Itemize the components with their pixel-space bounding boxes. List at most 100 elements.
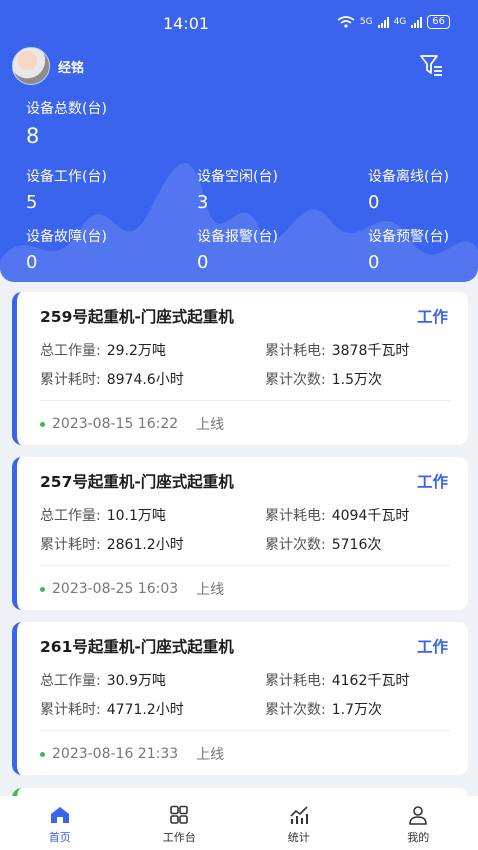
stat-value: 0: [26, 252, 38, 273]
divider: [40, 565, 450, 566]
stat-label: 设备空闲(台): [197, 169, 278, 185]
home-icon: [50, 807, 69, 823]
device-online-state: 上线: [196, 747, 225, 763]
avatar[interactable]: [12, 47, 50, 85]
stat-label: 设备离线(台): [368, 169, 449, 185]
field-label: 累计耗电:: [265, 343, 326, 359]
wifi-icon: [337, 16, 355, 28]
person-icon: [409, 806, 428, 825]
total-power-field: 累计耗电: 4162千瓦时: [265, 670, 409, 690]
total-count-field: 累计次数: 1.5万次: [265, 369, 382, 389]
network-label-2: 4G: [393, 17, 407, 27]
field-label: 总工作量:: [40, 673, 101, 689]
battery-icon: 66: [427, 15, 450, 29]
stat-label: 设备故障(台): [26, 229, 107, 245]
device-card[interactable]: 261号起重机-门座式起重机 工作 总工作量: 30.9万吨 累计耗电: 4162千…: [12, 622, 468, 775]
total-work-field: 总工作量: 30.9万吨: [40, 670, 166, 690]
field-value: 5716次: [331, 537, 382, 553]
device-time: 2023-08-25 16:03: [52, 581, 179, 597]
stat-value: 0: [368, 252, 380, 273]
device-status: 工作: [416, 308, 448, 326]
device-online-state: 上线: [196, 582, 225, 598]
total-work-field: 总工作量: 29.2万吨: [40, 340, 166, 360]
total-power-field: 累计耗电: 4094千瓦时: [265, 505, 409, 525]
field-label: 累计耗电:: [265, 673, 326, 689]
field-label: 累计耗时:: [40, 372, 101, 388]
device-name: 261号起重机-门座式起重机: [40, 638, 234, 656]
status-icons: 5G 4G 66: [337, 15, 450, 29]
total-devices-label: 设备总数(台): [26, 101, 107, 117]
stat-offline: 设备离线(台) 0: [368, 166, 449, 213]
stat-value: 5: [26, 192, 38, 213]
field-value: 8974.6小时: [106, 372, 184, 388]
field-label: 累计耗时:: [40, 702, 101, 718]
tab-home[interactable]: 首页: [0, 796, 120, 850]
field-value: 29.2万吨: [106, 343, 166, 359]
stat-label: 设备预警(台): [368, 229, 449, 245]
total-count-field: 累计次数: 5716次: [265, 534, 381, 554]
field-value: 4094千瓦时: [331, 508, 410, 524]
status-time: 14:01: [162, 14, 210, 33]
field-label: 总工作量:: [40, 508, 101, 524]
field-value: 1.5万次: [331, 372, 382, 388]
tab-mine[interactable]: 我的: [359, 796, 478, 850]
tab-label: 统计: [287, 831, 310, 844]
device-name: 257号起重机-门座式起重机: [40, 473, 234, 491]
divider: [40, 730, 450, 731]
user-name: 经铭: [58, 60, 85, 76]
device-online-state: 上线: [196, 417, 225, 433]
stat-alarm: 设备报警(台) 0: [197, 226, 278, 273]
device-time: 2023-08-16 21:33: [52, 746, 179, 762]
stat-warning: 设备预警(台) 0: [368, 226, 449, 273]
field-value: 4162千瓦时: [331, 673, 410, 689]
stat-value: 0: [368, 192, 380, 213]
total-power-field: 累计耗电: 3878千瓦时: [265, 340, 409, 360]
total-hours-field: 累计耗时: 2861.2小时: [40, 534, 184, 554]
stat-label: 设备工作(台): [26, 169, 107, 185]
signal-icon-2: [411, 16, 423, 28]
field-value: 1.7万次: [331, 702, 382, 718]
bottom-tab-bar: 首页 工作台 统计 我的: [0, 796, 478, 850]
device-footer: 2023-08-25 16:03 上线: [40, 579, 224, 599]
field-label: 累计次数:: [265, 537, 326, 553]
stat-label: 设备报警(台): [197, 229, 278, 245]
filter-icon[interactable]: [418, 52, 444, 78]
status-bar: 14:01 5G 4G 66: [0, 0, 478, 46]
total-devices-value: 8: [26, 124, 40, 148]
online-dot-icon: [40, 586, 45, 592]
divider: [40, 400, 450, 401]
tab-workbench[interactable]: 工作台: [120, 796, 240, 850]
device-time: 2023-08-15 16:22: [52, 416, 179, 432]
user-profile[interactable]: 经铭: [12, 47, 84, 85]
tab-label: 工作台: [162, 831, 196, 844]
total-hours-field: 累计耗时: 8974.6小时: [40, 369, 184, 389]
total-count-field: 累计次数: 1.7万次: [265, 699, 382, 719]
field-label: 累计耗时:: [40, 537, 101, 553]
header-panel: 14:01 5G 4G 66 经铭 设备总数(台) 8 设备工作(台) 5 设备…: [0, 0, 478, 282]
device-status: 工作: [416, 473, 448, 491]
stat-value: 0: [197, 252, 209, 273]
field-label: 累计耗电:: [265, 508, 326, 524]
field-value: 10.1万吨: [106, 508, 166, 524]
online-dot-icon: [40, 751, 45, 757]
stat-idle: 设备空闲(台) 3: [197, 166, 278, 213]
tab-statistics[interactable]: 统计: [239, 796, 359, 850]
field-label: 总工作量:: [40, 343, 101, 359]
field-value: 30.9万吨: [106, 673, 166, 689]
network-label: 5G: [359, 17, 373, 27]
field-label: 累计次数:: [265, 372, 326, 388]
stat-working: 设备工作(台) 5: [26, 166, 107, 213]
device-card[interactable]: 257号起重机-门座式起重机 工作 总工作量: 10.1万吨 累计耗电: 4094千…: [12, 457, 468, 610]
tab-label: 首页: [48, 831, 71, 844]
online-dot-icon: [40, 421, 45, 427]
chart-icon: [290, 806, 308, 824]
tab-label: 我的: [407, 831, 430, 844]
field-value: 4771.2小时: [106, 702, 184, 718]
field-label: 累计次数:: [265, 702, 326, 718]
device-footer: 2023-08-15 16:22 上线: [40, 414, 224, 434]
device-status: 工作: [416, 638, 448, 656]
field-value: 3878千瓦时: [331, 343, 410, 359]
device-card[interactable]: 259号起重机-门座式起重机 工作 总工作量: 29.2万吨 累计耗电: 3878千…: [12, 292, 468, 445]
device-footer: 2023-08-16 21:33 上线: [40, 744, 224, 764]
total-work-field: 总工作量: 10.1万吨: [40, 505, 166, 525]
